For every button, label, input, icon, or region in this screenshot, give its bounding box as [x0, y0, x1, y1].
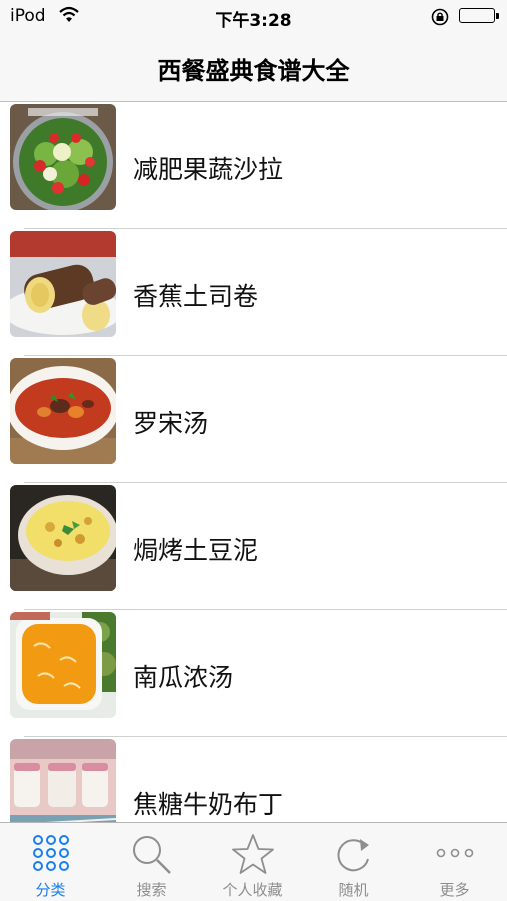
tab-favorites[interactable]: 个人收藏	[202, 823, 303, 901]
list-item[interactable]: 焦糖牛奶布丁	[0, 737, 507, 822]
list-item[interactable]: 减肥果蔬沙拉	[0, 102, 507, 229]
tab-bar: 分类 搜索 个人收藏 随机 更多	[0, 822, 507, 901]
recipe-thumbnail	[10, 358, 116, 464]
tab-label: 分类	[35, 881, 66, 899]
list-item[interactable]: 香蕉土司卷	[0, 229, 507, 356]
recipe-thumbnail	[10, 612, 116, 718]
tab-more[interactable]: 更多	[404, 823, 505, 901]
recipe-thumbnail	[10, 739, 116, 822]
grid-dots-icon	[0, 833, 101, 877]
recipe-thumbnail	[10, 104, 116, 210]
tab-label: 个人收藏	[222, 881, 283, 899]
orientation-lock-icon	[430, 7, 450, 31]
list-item[interactable]: 罗宋汤	[0, 356, 507, 483]
recipe-name: 罗宋汤	[133, 409, 209, 438]
tab-search[interactable]: 搜索	[101, 823, 202, 901]
tab-random[interactable]: 随机	[303, 823, 404, 901]
recipe-name: 南瓜浓汤	[133, 663, 234, 692]
recipe-thumbnail	[10, 231, 116, 337]
recipe-list[interactable]: 减肥果蔬沙拉 香蕉土司卷 罗宋汤 焗烤土豆泥 南瓜浓汤 焦糖牛奶布丁	[0, 102, 507, 822]
page-title: 西餐盛典食谱大全	[157, 57, 350, 85]
recipe-name: 减肥果蔬沙拉	[133, 155, 284, 184]
tab-label: 搜索	[136, 881, 167, 899]
more-icon	[404, 833, 505, 877]
navigation-bar: 西餐盛典食谱大全	[0, 34, 507, 102]
status-bar: iPod 下午3:28	[0, 0, 507, 34]
tab-label: 随机	[338, 881, 369, 899]
refresh-icon	[303, 833, 404, 877]
list-item[interactable]: 南瓜浓汤	[0, 610, 507, 737]
search-icon	[101, 833, 202, 877]
tab-label: 更多	[439, 881, 470, 899]
recipe-thumbnail	[10, 485, 116, 591]
star-icon	[202, 833, 303, 877]
recipe-name: 香蕉土司卷	[133, 282, 259, 311]
recipe-name: 焗烤土豆泥	[133, 536, 259, 565]
tab-category[interactable]: 分类	[0, 823, 101, 901]
battery-icon	[459, 8, 499, 23]
list-item[interactable]: 焗烤土豆泥	[0, 483, 507, 610]
recipe-name: 焦糖牛奶布丁	[133, 790, 284, 819]
